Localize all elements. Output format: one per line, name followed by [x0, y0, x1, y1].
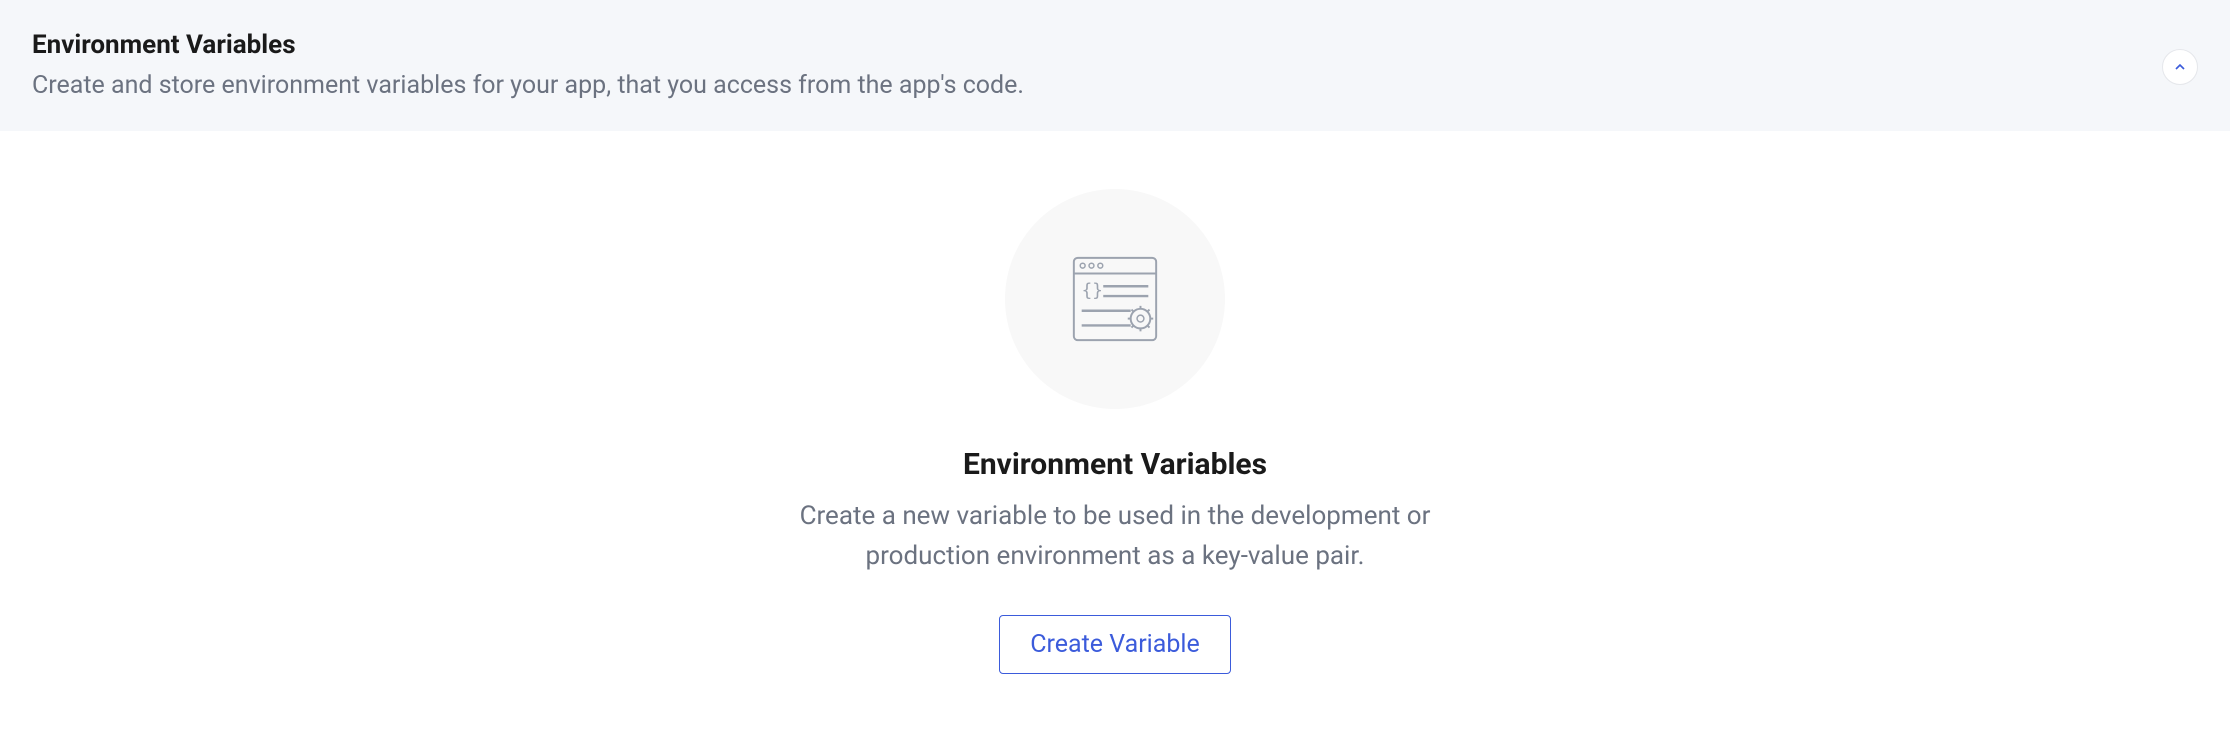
empty-state-title: Environment Variables	[963, 447, 1267, 482]
empty-state-icon-circle: {}	[1005, 189, 1225, 409]
section-header: Environment Variables Create and store e…	[0, 0, 2230, 131]
section-subtitle: Create and store environment variables f…	[32, 68, 1024, 103]
collapse-toggle-button[interactable]	[2162, 49, 2198, 85]
code-window-icon: {}	[1066, 250, 1164, 348]
svg-text:{}: {}	[1082, 281, 1103, 301]
empty-state-description: Create a new variable to be used in the …	[765, 496, 1465, 577]
chevron-up-icon	[2172, 59, 2188, 75]
section-title: Environment Variables	[32, 30, 1024, 60]
empty-state: {} Environment Variables Create a new va…	[0, 131, 2230, 714]
create-variable-button[interactable]: Create Variable	[999, 615, 1230, 674]
header-text-block: Environment Variables Create and store e…	[32, 30, 1024, 103]
